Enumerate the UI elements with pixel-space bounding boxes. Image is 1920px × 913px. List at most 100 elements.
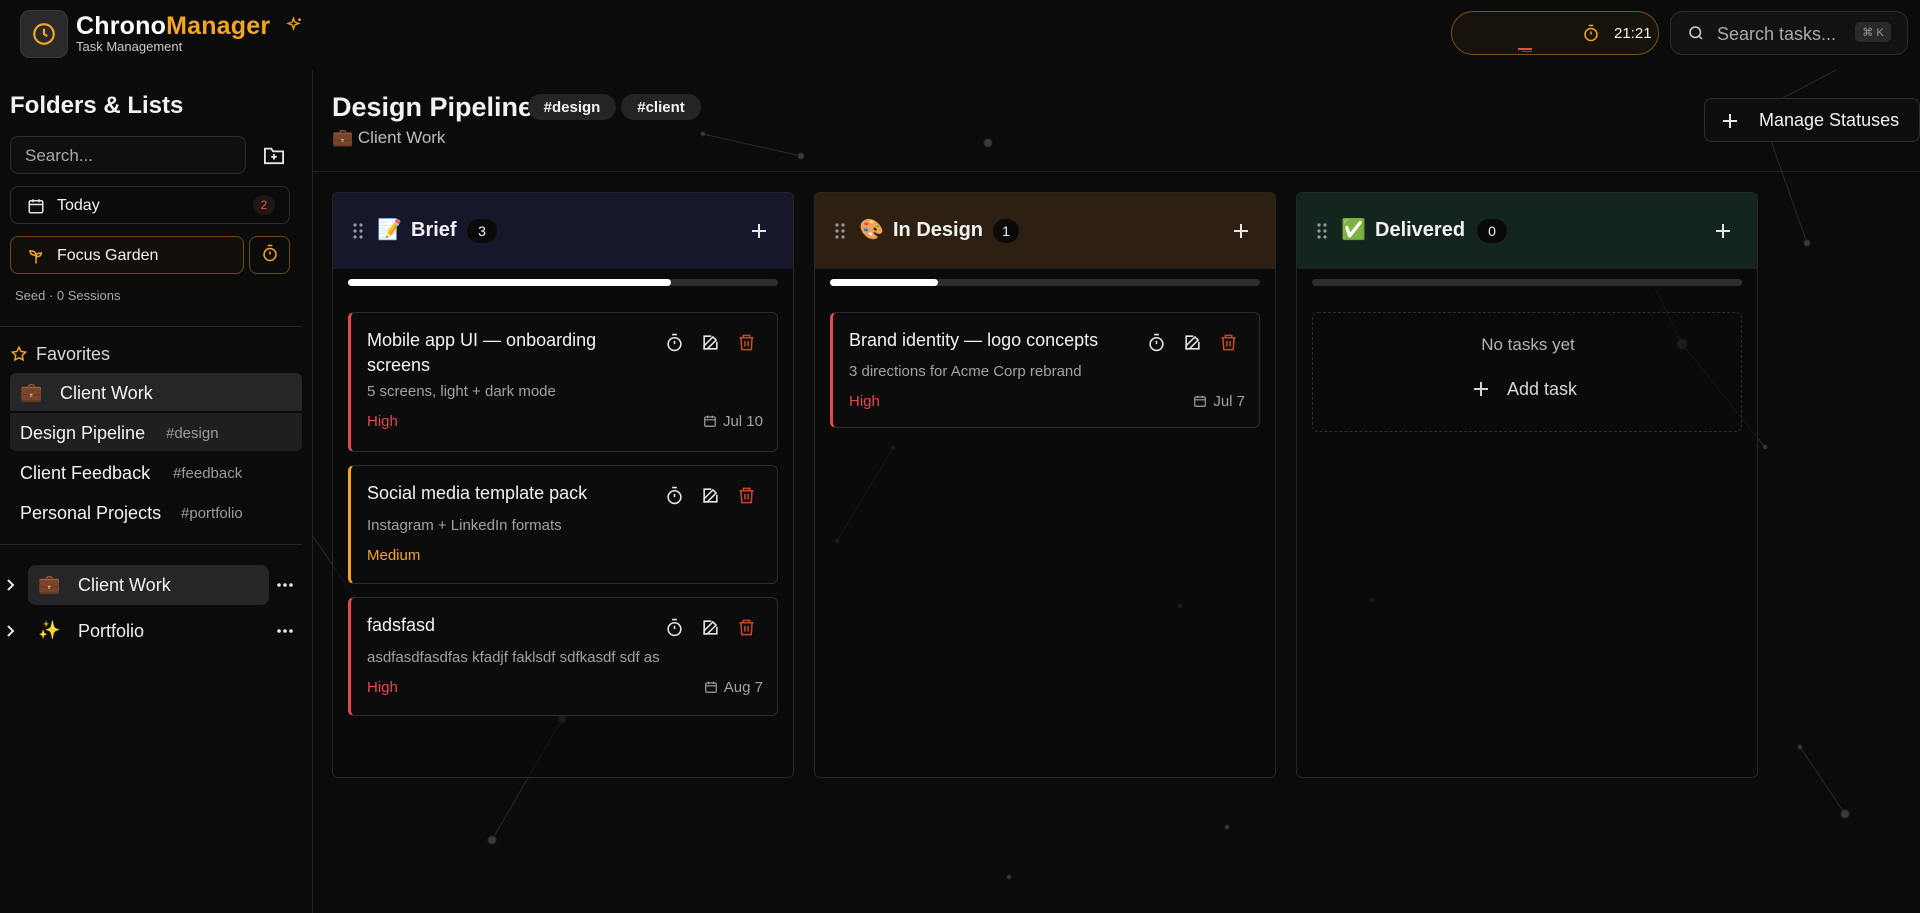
task-search-placeholder: Search tasks... [1717, 24, 1837, 44]
task-card[interactable]: Mobile app UI — onboarding screens 5 scr… [348, 312, 778, 452]
stopwatch-icon [261, 244, 279, 267]
favorite-design-pipeline[interactable]: Design Pipeline #design [10, 413, 302, 451]
task-search[interactable]: Search tasks... ⌘ K [1670, 11, 1908, 55]
plus-icon [1474, 382, 1488, 396]
folder-portfolio[interactable]: ✨ Portfolio [0, 611, 302, 651]
favorite-tag: #feedback [173, 465, 243, 482]
sidebar: Folders & Lists Search... Today 2 Focus … [0, 70, 313, 913]
calendar-icon [1194, 395, 1207, 407]
task-title: Social media template pack [367, 483, 588, 503]
favorite-client-work[interactable]: 💼 Client Work [10, 373, 302, 411]
progress-fill [348, 279, 671, 286]
drag-handle-icon[interactable] [834, 222, 846, 245]
search-shortcut-badge: ⌘ K [1855, 22, 1891, 42]
task-description: Instagram + LinkedIn formats [367, 517, 562, 534]
column-progress-bar [830, 279, 1260, 286]
column-name: Delivered [1375, 219, 1466, 241]
calendar-icon [704, 681, 717, 693]
empty-column-placeholder: No tasks yet Add task [1312, 312, 1742, 432]
delete-icon[interactable] [737, 333, 756, 357]
add-task-icon[interactable] [751, 223, 767, 244]
new-folder-icon[interactable] [263, 145, 285, 170]
chevron-right-icon[interactable] [6, 624, 16, 643]
task-priority: High [367, 679, 398, 696]
star-icon [10, 345, 28, 368]
add-task-icon[interactable] [1715, 223, 1731, 244]
timer-icon[interactable] [665, 618, 684, 642]
focus-timer-button[interactable] [249, 236, 290, 274]
task-card[interactable]: Brand identity — logo concepts 3 directi… [830, 312, 1260, 428]
favorite-tag: #portfolio [181, 505, 243, 522]
tag-chip[interactable]: #design [528, 94, 616, 120]
column-count: 1 [993, 219, 1019, 243]
focus-garden-label: Focus Garden [57, 247, 159, 264]
edit-icon[interactable] [701, 486, 720, 510]
timer-icon[interactable] [665, 486, 684, 510]
today-button[interactable]: Today 2 [10, 186, 290, 224]
column-header: 🎨 In Design 1 [815, 193, 1275, 269]
add-task-icon[interactable] [1233, 223, 1249, 244]
palette-icon: 🎨 [859, 219, 884, 241]
timer-icon[interactable] [1147, 333, 1166, 357]
delete-icon[interactable] [737, 618, 756, 642]
app-name: ChronoManager [76, 12, 271, 40]
sprout-icon [27, 247, 45, 270]
column-count: 0 [1477, 219, 1507, 243]
folder-label: Client Work [78, 575, 171, 595]
briefcase-icon: 💼 [38, 574, 61, 594]
column-brief: 📝 Brief 3 Mobile app UI — onboarding scr… [332, 192, 794, 778]
page-breadcrumb[interactable]: 💼 Client Work [332, 128, 445, 148]
favorite-label: Client Work [60, 383, 153, 403]
delete-icon[interactable] [1219, 333, 1238, 357]
favorite-client-feedback[interactable]: Client Feedback #feedback [10, 453, 302, 491]
column-header: ✅ Delivered 0 [1297, 193, 1757, 269]
delete-icon[interactable] [737, 486, 756, 510]
favorite-tag: #design [166, 425, 219, 442]
task-priority: Medium [367, 547, 421, 564]
calendar-icon [704, 415, 716, 427]
sidebar-title: Folders & Lists [10, 92, 184, 119]
clock-logo-icon[interactable] [20, 10, 68, 58]
favorite-personal-projects[interactable]: Personal Projects #portfolio [10, 493, 302, 531]
add-task-button[interactable]: Add task [1473, 379, 1577, 400]
more-options-icon[interactable] [276, 623, 294, 644]
column-progress-bar [1312, 279, 1742, 286]
timer-icon[interactable] [665, 333, 684, 357]
progress-fill [830, 279, 938, 286]
edit-icon[interactable] [701, 333, 720, 357]
edit-icon[interactable] [1183, 333, 1202, 357]
today-label: Today [57, 197, 100, 214]
favorite-label: Personal Projects [20, 503, 162, 523]
sparkles-icon: ✨ [38, 620, 61, 640]
focus-garden-button[interactable]: Focus Garden [10, 236, 244, 274]
task-description: 3 directions for Acme Corp rebrand [849, 363, 1082, 380]
task-due-date: Jul 10 [703, 413, 763, 430]
column-name: In Design [893, 219, 984, 241]
timer-mini-graphic [1518, 39, 1536, 52]
timer-widget[interactable]: 21:21 [1451, 11, 1659, 55]
task-title: Mobile app UI — onboarding screens [367, 330, 597, 375]
column-name: Brief [411, 219, 457, 241]
manage-statuses-button[interactable]: Manage Statuses [1704, 98, 1920, 142]
column-progress-bar [348, 279, 778, 286]
today-count-badge: 2 [253, 195, 275, 215]
column-count: 3 [467, 219, 497, 243]
more-options-icon[interactable] [276, 577, 294, 598]
stopwatch-icon [1582, 24, 1600, 47]
task-card[interactable]: fadsfasd asdfasdfasdfas kfadjf faklsdf s… [348, 597, 778, 716]
briefcase-icon: 💼 [20, 382, 43, 402]
edit-icon[interactable] [701, 618, 720, 642]
folder-client-work[interactable]: 💼 Client Work [0, 565, 302, 605]
calendar-icon [27, 197, 45, 220]
sidebar-search-input[interactable]: Search... [10, 136, 246, 174]
task-due-date: Jul 7 [1193, 393, 1245, 410]
header-divider [313, 171, 1920, 172]
drag-handle-icon[interactable] [352, 222, 364, 245]
task-card[interactable]: Social media template pack Instagram + L… [348, 465, 778, 584]
sparkle-icon [286, 16, 304, 39]
sidebar-divider [0, 326, 302, 327]
tag-chip[interactable]: #client [621, 94, 701, 120]
drag-handle-icon[interactable] [1316, 222, 1328, 245]
chevron-right-icon[interactable] [6, 578, 16, 597]
top-bar: ChronoManager Task Management 21:21 Sear… [0, 0, 1920, 70]
